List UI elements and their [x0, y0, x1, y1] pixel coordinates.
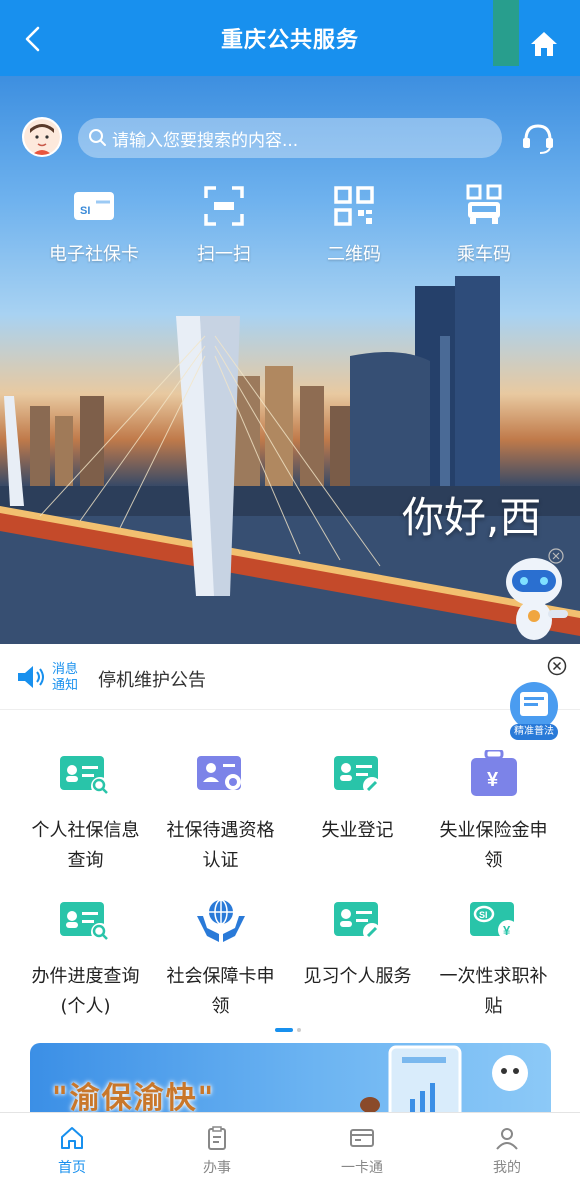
- quick-label: 二维码: [327, 244, 381, 265]
- search-input[interactable]: 请输入您要搜索的内容...: [78, 118, 502, 158]
- home-icon: [61, 1127, 83, 1149]
- scan-icon: [204, 186, 244, 226]
- app-header: 重庆公共服务: [0, 0, 580, 76]
- id-card-search-icon: [59, 756, 109, 795]
- notice-tag: 消息 通知: [52, 662, 82, 694]
- service-label: 社会保障卡申领: [166, 966, 275, 1017]
- card-icon: [350, 1129, 374, 1147]
- user-icon: [496, 1128, 518, 1150]
- service-item[interactable]: 见习个人服务: [285, 896, 430, 992]
- nav-mine[interactable]: 我的: [467, 1125, 547, 1177]
- bus-code-icon: [466, 184, 502, 224]
- service-item[interactable]: 办件进度查询 (个人): [13, 896, 158, 1022]
- notice-text[interactable]: 停机维护公告: [98, 666, 206, 692]
- service-label: 一次性求职补贴: [439, 966, 548, 1017]
- page-dot: [297, 1028, 301, 1032]
- customer-service-icon[interactable]: [520, 120, 556, 156]
- service-item[interactable]: 个人社保信息 查询: [13, 750, 158, 876]
- notice-bar[interactable]: 消息 通知 停机维护公告: [0, 644, 580, 710]
- service-item[interactable]: SI ¥ 一次性求职补贴: [421, 896, 566, 1022]
- svg-text:¥: ¥: [503, 923, 511, 938]
- app-page: 重庆公共服务 请输入您要搜索的内容... SI 电子社保卡 扫一扫 二维码 乘车…: [0, 0, 580, 1180]
- speaker-icon: [18, 666, 44, 688]
- nav-affairs[interactable]: 办事: [177, 1125, 257, 1177]
- social-card-icon: SI: [74, 192, 114, 220]
- money-bag-icon: ¥: [470, 748, 517, 796]
- subsidy-icon: SI ¥: [469, 902, 518, 940]
- nav-home[interactable]: 首页: [32, 1125, 112, 1177]
- close-icon[interactable]: [548, 548, 564, 564]
- quick-scan[interactable]: 扫一扫: [164, 184, 284, 266]
- close-icon[interactable]: [547, 656, 567, 676]
- register-icon: [333, 756, 381, 795]
- globe-hands-icon: [196, 899, 245, 942]
- service-label: 社保待遇资格 认证: [166, 820, 275, 871]
- city-bridge-illustration: [0, 276, 580, 644]
- notice-tag-line: 通知: [52, 678, 79, 693]
- avatar[interactable]: [22, 117, 62, 157]
- bottom-nav: 首页 办事 一卡通 我的: [0, 1112, 580, 1180]
- qr-code-icon: [334, 186, 374, 226]
- clipboard-icon: [208, 1126, 226, 1150]
- notice-tag-line: 消息: [52, 662, 79, 677]
- hero-banner: 请输入您要搜索的内容... SI 电子社保卡 扫一扫 二维码 乘车码 你好,西: [0, 76, 580, 644]
- page-indicator: [275, 1027, 305, 1033]
- quick-label: 乘车码: [457, 244, 511, 265]
- svg-text:¥: ¥: [487, 769, 499, 791]
- home-icon[interactable]: [530, 30, 558, 58]
- nav-card[interactable]: 一卡通: [322, 1125, 402, 1177]
- nav-label: 办事: [203, 1160, 231, 1176]
- quick-social-card[interactable]: SI 电子社保卡: [34, 184, 154, 266]
- nav-label: 一卡通: [341, 1160, 383, 1176]
- intern-icon: [333, 902, 381, 941]
- nav-label: 我的: [493, 1160, 521, 1176]
- svg-text:SI: SI: [479, 910, 488, 920]
- search-icon: [89, 129, 106, 146]
- promo-banner[interactable]: "渝保渝快": [30, 1043, 551, 1123]
- service-label: 失业保险金申领: [439, 820, 548, 871]
- law-badge-label: 精准普法: [514, 726, 554, 737]
- greeting-text: 你好,西: [402, 493, 542, 542]
- promo-banner-text: "渝保渝快": [52, 1081, 216, 1116]
- page-title: 重庆公共服务: [220, 28, 359, 53]
- quick-label: 电子社保卡: [49, 244, 139, 265]
- page-dot-active: [275, 1028, 293, 1032]
- robot-assistant-icon[interactable]: [498, 554, 580, 644]
- service-item[interactable]: ¥ 失业保险金申领: [421, 748, 566, 876]
- quick-qr-code[interactable]: 二维码: [294, 184, 414, 266]
- progress-search-icon: [59, 902, 109, 941]
- service-label: 办件进度查询 (个人): [31, 966, 140, 1017]
- avatar-face-icon: [24, 119, 60, 155]
- chart-mascot-illustration: [360, 1045, 528, 1123]
- service-label: 个人社保信息 查询: [31, 820, 140, 871]
- service-item[interactable]: 社保待遇资格 认证: [148, 750, 293, 876]
- back-icon[interactable]: [18, 24, 48, 54]
- floating-tab[interactable]: [493, 0, 519, 66]
- svg-text:SI: SI: [80, 205, 90, 217]
- search-placeholder: 请输入您要搜索的内容...: [112, 130, 299, 151]
- service-label: 见习个人服务: [303, 966, 412, 987]
- certification-icon: [196, 756, 241, 790]
- service-item[interactable]: 社会保障卡申领: [148, 896, 293, 1022]
- nav-label: 首页: [58, 1160, 86, 1176]
- quick-label: 扫一扫: [197, 244, 251, 265]
- quick-bus-code[interactable]: 乘车码: [424, 184, 544, 266]
- law-education-badge[interactable]: 精准普法: [504, 680, 564, 742]
- service-label: 失业登记: [321, 820, 394, 841]
- service-item[interactable]: 失业登记: [285, 750, 430, 846]
